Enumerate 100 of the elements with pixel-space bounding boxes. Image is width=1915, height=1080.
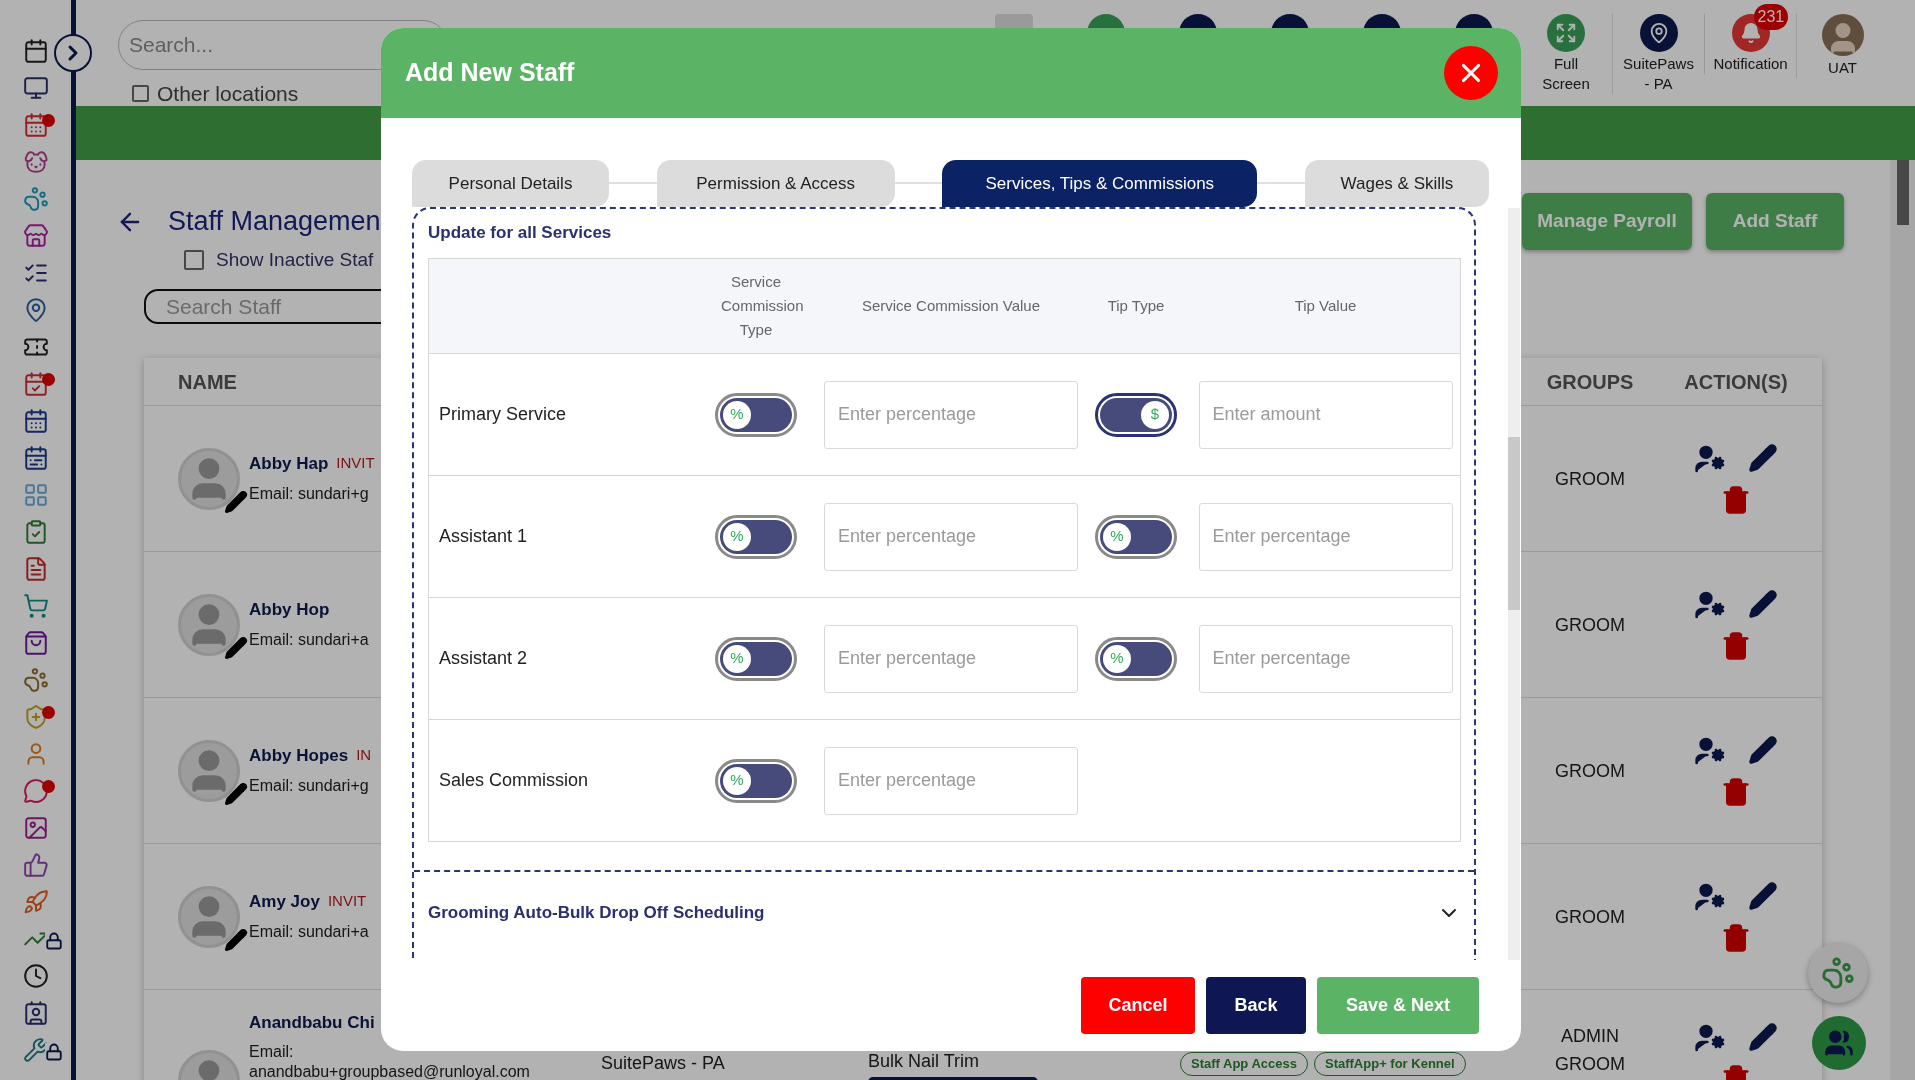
pencil-icon[interactable] (224, 781, 248, 806)
page-button[interactable]: Manage Payroll (1522, 193, 1692, 250)
edit-icon[interactable] (1748, 588, 1778, 619)
checkbox[interactable] (132, 85, 149, 103)
toolbar-label[interactable]: Full Screen (1529, 54, 1603, 94)
delete-icon[interactable] (1721, 484, 1751, 515)
tab[interactable]: Wages & Skills (1304, 160, 1489, 207)
edit-icon[interactable] (1748, 734, 1778, 765)
toggle-switch[interactable]: % (715, 758, 797, 803)
tab[interactable]: Personal Details (412, 160, 609, 207)
service-text: Bulk Nail Trim (868, 1050, 980, 1073)
column-header: Service Commission Value (860, 296, 1042, 316)
toggle-knob: % (723, 400, 751, 429)
row-label: Primary Service (438, 403, 568, 426)
status-label: INVIT (327, 891, 367, 912)
delete-icon[interactable] (1721, 630, 1751, 661)
toolbar-label[interactable]: SuitePaws - PA (1621, 54, 1696, 94)
toggle-switch[interactable]: % (715, 514, 797, 559)
group-text: ADMIN (1561, 1025, 1619, 1048)
calendar-icon[interactable] (22, 112, 49, 138)
toggle-switch[interactable]: % (1095, 514, 1177, 559)
location-pin-icon[interactable] (1639, 14, 1678, 52)
group-text: GROOM (1555, 1053, 1625, 1076)
footer-button[interactable]: Back (1206, 977, 1306, 1034)
input-field[interactable]: Enter amount (1198, 380, 1453, 449)
staff-email: Email: sundari+a (249, 922, 369, 943)
pencil-icon[interactable] (224, 927, 248, 952)
paw-help-button[interactable] (1808, 943, 1868, 1003)
monitor-icon[interactable] (22, 75, 49, 101)
calendar-check-icon[interactable] (22, 371, 49, 397)
image-icon[interactable] (22, 815, 49, 841)
thumbs-up-icon[interactable] (22, 852, 49, 878)
toggle-switch[interactable]: $ (1095, 392, 1177, 437)
toggle-switch[interactable]: % (1095, 636, 1177, 681)
pencil-icon[interactable] (224, 635, 248, 660)
toggle-switch[interactable]: % (715, 636, 797, 681)
column-header: Tip Value (1293, 296, 1358, 316)
staff-email: Email: sundari+a (249, 630, 369, 651)
paw-icon[interactable] (22, 186, 49, 212)
fullscreen-icon[interactable] (1547, 14, 1585, 52)
checkbox-label: Show Inactive Staf (216, 248, 374, 272)
toggle-knob: % (723, 766, 751, 795)
modal-scrollbar[interactable] (1508, 208, 1520, 960)
bag-icon[interactable] (22, 630, 49, 656)
dog-icon[interactable] (22, 149, 49, 175)
user-settings-icon[interactable] (1694, 1022, 1726, 1054)
tab[interactable]: Permission & Access (656, 160, 895, 207)
contact-card-icon[interactable] (22, 1000, 49, 1026)
staff-name[interactable]: Anandbabu Chi (249, 1010, 375, 1036)
edit-icon[interactable] (1748, 1022, 1778, 1052)
input-field[interactable]: Enter percentage (1198, 624, 1453, 693)
delete-icon[interactable] (1721, 776, 1751, 807)
input-field[interactable]: Enter percentage (1198, 502, 1453, 571)
column-header: ACTION(S) (1683, 369, 1789, 395)
rocket-icon[interactable] (22, 889, 49, 915)
input-field[interactable]: Enter percentage (824, 380, 1078, 449)
section-title: Update for all Services (428, 222, 613, 244)
calendar-icon[interactable] (22, 38, 49, 64)
chat-icon[interactable] (22, 778, 49, 804)
chat-support-button[interactable] (1812, 1016, 1866, 1070)
row-label: Sales Commission (438, 769, 590, 792)
checkbox[interactable] (184, 250, 204, 271)
user-avatar[interactable] (1821, 14, 1864, 56)
toolbar-label[interactable]: Notification (1713, 54, 1788, 74)
toolbar-label[interactable]: UAT (1805, 58, 1880, 78)
paw-icon[interactable] (22, 667, 49, 693)
paw-icon (1821, 956, 1855, 990)
footer-button[interactable]: Save & Next (1317, 977, 1479, 1034)
tab[interactable]: Services, Tips & Commissions (942, 160, 1258, 207)
notification-count: 231 (1753, 4, 1789, 30)
store-icon[interactable] (22, 223, 49, 249)
input-field[interactable]: Enter percentage (824, 502, 1078, 571)
edit-icon[interactable] (1748, 442, 1778, 473)
staff-name[interactable]: Abby Hap (249, 450, 329, 477)
calendar-icon[interactable] (22, 445, 49, 471)
staff-email: Email: sundari+g (249, 776, 370, 797)
calendar-icon[interactable] (22, 408, 49, 434)
delete-icon[interactable] (1721, 922, 1751, 953)
row-label: Assistant 2 (438, 647, 529, 670)
group-text: GROOM (1555, 905, 1625, 929)
accordion-header[interactable]: Grooming Auto-Bulk Drop Off Scheduling (428, 898, 1461, 928)
edit-icon[interactable] (1748, 880, 1778, 911)
staff-name[interactable]: Abby Hop (249, 596, 330, 623)
column-header: Service Commission Type (720, 272, 805, 340)
toggle-switch[interactable]: % (715, 392, 797, 437)
group-text: GROOM (1555, 613, 1625, 637)
bell-icon (1739, 22, 1762, 44)
clock-icon[interactable] (22, 963, 49, 989)
input-field[interactable]: Enter percentage (824, 746, 1078, 815)
close-button[interactable] (1444, 46, 1498, 100)
staff-name[interactable]: Abby Hopes (249, 742, 349, 769)
staff-name[interactable]: Amy Joy (249, 888, 320, 915)
page-scrollbar[interactable] (1890, 160, 1915, 1080)
input-field[interactable]: Enter percentage (824, 624, 1078, 693)
page-button[interactable]: Add Staff (1706, 193, 1844, 250)
pencil-icon[interactable] (224, 489, 248, 514)
cart-icon[interactable] (22, 593, 49, 619)
group-text: GROOM (1555, 759, 1625, 783)
footer-button[interactable]: Cancel (1081, 977, 1195, 1034)
checkbox-label: Other locations (157, 81, 299, 107)
